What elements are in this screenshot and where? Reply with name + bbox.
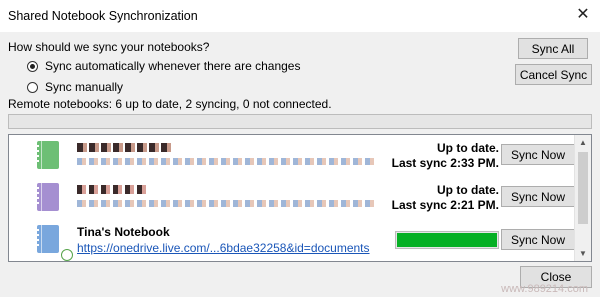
- redacted-notebook-url: [77, 200, 377, 207]
- sync-now-button[interactable]: Sync Now: [501, 186, 575, 207]
- scroll-down-icon[interactable]: ▼: [575, 249, 591, 258]
- last-sync-time: Last sync 2:33 PM.: [391, 156, 499, 170]
- syncing-icon: [61, 249, 73, 261]
- sync-status: Up to date.: [437, 183, 499, 197]
- last-sync-time: Last sync 2:21 PM.: [391, 198, 499, 212]
- notebook-name: Tina's Notebook: [77, 225, 170, 239]
- radio-sync-manual[interactable]: Sync manually: [27, 80, 123, 94]
- redacted-notebook-name: [77, 185, 147, 194]
- radio-sync-auto[interactable]: Sync automatically whenever there are ch…: [27, 59, 300, 73]
- notebook-row: Up to date. Last sync 2:33 PM. Sync Now: [9, 135, 575, 179]
- notebook-row: Tina's Notebook https://onedrive.live.co…: [9, 219, 575, 261]
- radio-sync-auto-label[interactable]: Sync automatically whenever there are ch…: [45, 59, 300, 73]
- notebook-row: Up to date. Last sync 2:21 PM. Sync Now: [9, 177, 575, 221]
- vertical-scrollbar[interactable]: ▲ ▼: [574, 135, 591, 261]
- sync-now-button[interactable]: Sync Now: [501, 229, 575, 250]
- notebook-sync-progress: [395, 231, 499, 249]
- sync-question: How should we sync your notebooks?: [8, 40, 210, 54]
- sync-now-button[interactable]: Sync Now: [501, 144, 575, 165]
- blue-notebook-icon: [35, 225, 73, 261]
- remote-status-text: Remote notebooks: 6 up to date, 2 syncin…: [8, 97, 332, 111]
- window-title: Shared Notebook Synchronization: [8, 9, 198, 23]
- redacted-notebook-name: [77, 143, 173, 152]
- scrollbar-thumb[interactable]: [578, 152, 588, 224]
- redacted-notebook-url: [77, 158, 377, 165]
- radio-unchecked-icon[interactable]: [27, 81, 38, 93]
- cancel-sync-button[interactable]: Cancel Sync: [515, 64, 592, 85]
- purple-notebook-icon: [35, 183, 59, 211]
- notebook-url-link[interactable]: https://onedrive.live.com/...6bdae32258&…: [77, 241, 370, 255]
- green-notebook-icon: [35, 141, 59, 169]
- radio-sync-manual-label[interactable]: Sync manually: [45, 80, 123, 94]
- notebook-sync-progress-fill: [397, 233, 497, 247]
- sync-all-button[interactable]: Sync All: [518, 38, 588, 59]
- close-icon[interactable]: ✕: [570, 3, 596, 27]
- notebook-list: Up to date. Last sync 2:33 PM. Sync Now …: [8, 134, 592, 262]
- sync-status: Up to date.: [437, 141, 499, 155]
- title-bar: Shared Notebook Synchronization ✕: [0, 0, 600, 32]
- radio-checked-icon[interactable]: [27, 60, 38, 72]
- watermark: www.989214.com: [501, 283, 588, 295]
- overall-progress-bar: [8, 114, 592, 129]
- scroll-up-icon[interactable]: ▲: [575, 138, 591, 147]
